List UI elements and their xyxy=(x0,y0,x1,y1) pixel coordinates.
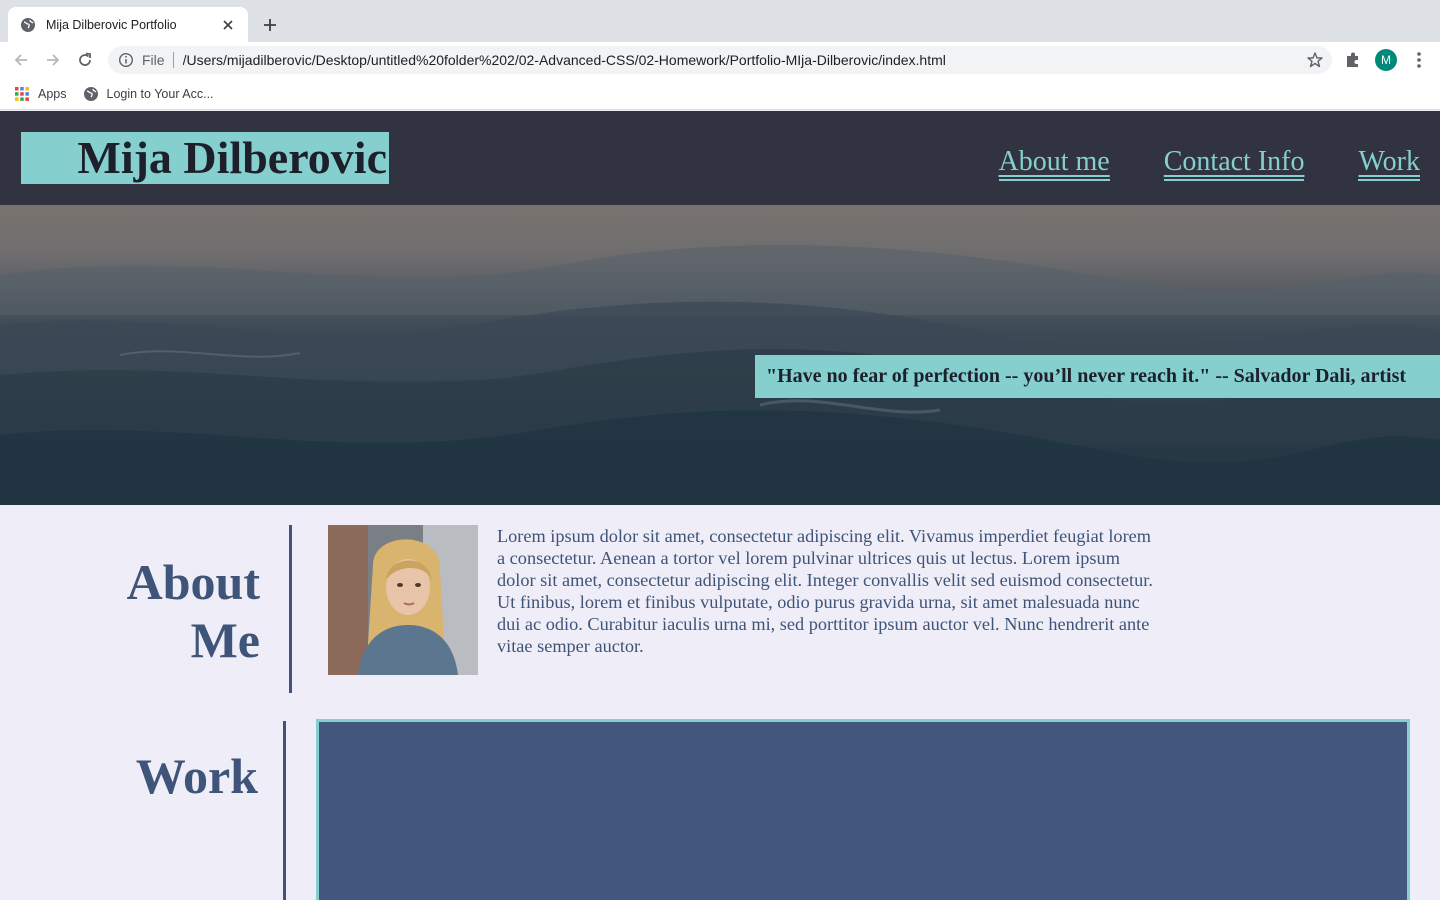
browser-tabstrip: Mija Dilberovic Portfolio xyxy=(0,0,1440,42)
globe-icon xyxy=(20,17,36,33)
about-heading: About Me xyxy=(126,554,260,668)
about-divider xyxy=(289,525,292,693)
nav-link-work[interactable]: Work xyxy=(1358,147,1420,181)
tab-title: Mija Dilberovic Portfolio xyxy=(46,17,177,32)
profile-portrait-image xyxy=(328,525,478,675)
browser-tab[interactable]: Mija Dilberovic Portfolio xyxy=(8,7,248,42)
back-button[interactable] xyxy=(9,48,33,72)
site-nav: About me Contact Info Work xyxy=(998,147,1420,181)
apps-grid-icon xyxy=(14,86,30,102)
new-tab-button[interactable] xyxy=(258,13,282,37)
forward-button[interactable] xyxy=(41,48,65,72)
globe-icon xyxy=(83,86,99,102)
info-icon[interactable] xyxy=(118,52,134,68)
nav-link-about[interactable]: About me xyxy=(998,147,1110,181)
bookmarks-bar: Apps Login to Your Acc... xyxy=(0,78,1440,110)
web-page: Mija Dilberovic About me Contact Info Wo… xyxy=(0,111,1440,900)
hero-quote: "Have no fear of perfection -- you’ll ne… xyxy=(755,355,1440,398)
bookmark-label: Login to Your Acc... xyxy=(106,86,214,101)
arrow-right-icon xyxy=(47,54,60,66)
reload-icon xyxy=(79,52,91,66)
kebab-menu-icon[interactable] xyxy=(1409,50,1429,70)
bookmark-label: Apps xyxy=(38,86,67,101)
hero-banner: "Have no fear of perfection -- you’ll ne… xyxy=(0,205,1440,505)
browser-toolbar: File /Users/mijadilberovic/Desktop/untit… xyxy=(0,42,1440,78)
work-project-card[interactable] xyxy=(316,719,1410,900)
nav-link-contact[interactable]: Contact Info xyxy=(1163,147,1305,181)
about-paragraph: Lorem ipsum dolor sit amet, consectetur … xyxy=(497,526,1153,656)
arrow-left-icon xyxy=(14,54,27,66)
bookmark-login[interactable]: Login to Your Acc... xyxy=(83,86,214,102)
extensions-puzzle-icon[interactable] xyxy=(1343,50,1363,70)
work-heading: Work xyxy=(135,748,258,804)
bookmark-star-icon[interactable] xyxy=(1306,51,1324,69)
reload-button[interactable] xyxy=(73,48,97,72)
close-icon[interactable] xyxy=(220,17,236,33)
url-text[interactable]: /Users/mijadilberovic/Desktop/untitled%2… xyxy=(183,52,1306,68)
address-bar[interactable]: File /Users/mijadilberovic/Desktop/untit… xyxy=(108,46,1332,74)
separator xyxy=(172,52,174,68)
profile-avatar[interactable]: M xyxy=(1375,49,1397,71)
site-header: Mija Dilberovic About me Contact Info Wo… xyxy=(0,111,1440,205)
bookmark-apps[interactable]: Apps xyxy=(14,86,67,102)
site-logo: Mija Dilberovic xyxy=(21,132,389,184)
plus-icon xyxy=(264,19,276,31)
scheme-label: File xyxy=(142,52,165,68)
work-divider xyxy=(283,721,286,900)
